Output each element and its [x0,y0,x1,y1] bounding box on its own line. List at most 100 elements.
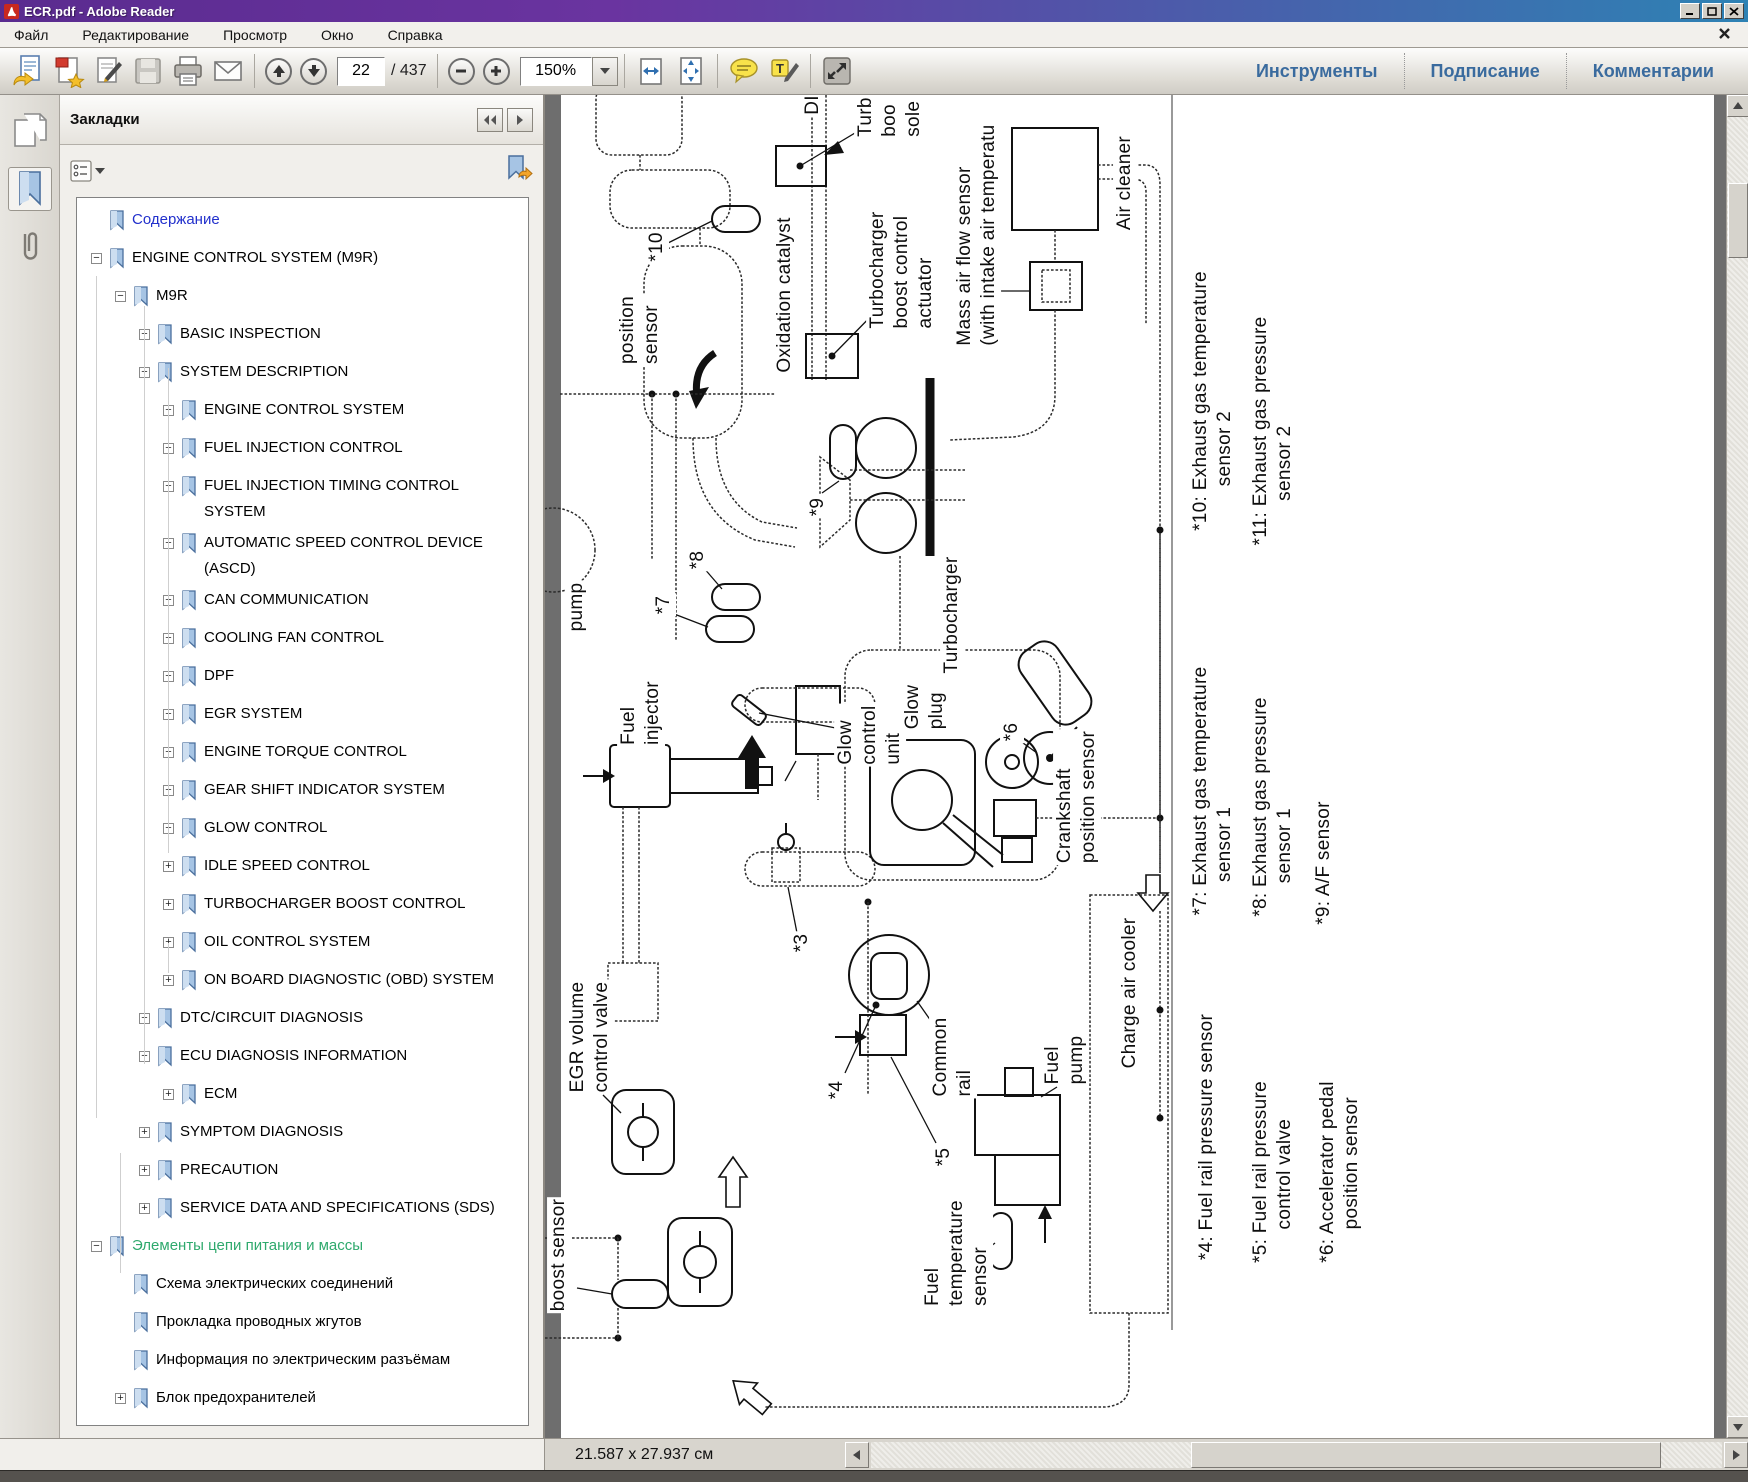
zoom-level-value[interactable]: 150% [520,57,592,86]
bookmark-label[interactable]: Элементы цепи питания и массы [132,1233,363,1259]
expander-plus-icon[interactable]: + [139,1165,150,1176]
fit-page-icon[interactable] [671,51,711,91]
horizontal-scroll-thumb[interactable] [1191,1442,1661,1468]
bookmark-item[interactable]: Информация по электрическим разъёмам [115,1344,524,1382]
bookmark-item[interactable]: +COOLING FAN CONTROL [163,622,524,660]
bookmark-label[interactable]: ENGINE CONTROL SYSTEM [204,397,404,423]
bookmark-label[interactable]: SYSTEM DESCRIPTION [180,359,348,385]
bookmark-item[interactable]: +BASIC INSPECTION [139,318,524,356]
bookmark-item[interactable]: + PRECAUTION [139,1154,524,1192]
bookmark-item[interactable]: + Блок предохранителей [115,1382,524,1420]
minimize-button[interactable] [1680,3,1700,19]
bookmark-item[interactable]: +ENGINE CONTROL SYSTEM [163,394,524,432]
bookmark-label[interactable]: GEAR SHIFT INDICATOR SYSTEM [204,777,445,803]
bookmark-item[interactable]: +SYMPTOM DIAGNOSIS [139,1116,524,1154]
expander-plus-icon[interactable]: + [163,1089,174,1100]
bookmark-item[interactable]: +DPF [163,660,524,698]
menu-help[interactable]: Справка [384,25,447,45]
bookmark-item[interactable]: − M9R [115,280,524,318]
bookmark-item[interactable]: − ENGINE CONTROL SYSTEM (M9R) [91,242,524,280]
bookmark-label[interactable]: FUEL INJECTION CONTROL [204,435,403,461]
expander-plus-icon[interactable]: + [163,899,174,910]
save-copy-icon[interactable] [8,51,48,91]
scroll-down-icon[interactable] [1727,1416,1748,1438]
expander-plus-icon[interactable]: + [139,1203,150,1214]
print-icon[interactable] [168,51,208,91]
bookmark-label[interactable]: ENGINE TORQUE CONTROL [204,739,407,765]
bookmark-item[interactable]: −ECU DIAGNOSIS INFORMATION [139,1040,524,1078]
bookmark-item[interactable]: +CAN COMMUNICATION [163,584,524,622]
scroll-left-icon[interactable] [845,1442,869,1468]
bookmark-label[interactable]: SERVICE DATA AND SPECIFICATIONS (SDS) [180,1195,495,1221]
bookmark-label[interactable]: Информация по электрическим разъёмам [156,1347,450,1373]
bookmark-item[interactable]: +FUEL INJECTION TIMING CONTROL SYSTEM [163,470,524,527]
close-button[interactable] [1724,3,1744,19]
zoom-in-button[interactable] [483,58,510,85]
bookmark-label[interactable]: ON BOARD DIAGNOSTIC (OBD) SYSTEM [204,967,494,993]
menu-view[interactable]: Просмотр [219,25,291,45]
bookmark-label[interactable]: PRECAUTION [180,1157,278,1183]
maximize-button[interactable] [1702,3,1722,19]
bookmark-item[interactable]: +EGR SYSTEM [163,698,524,736]
zoom-out-button[interactable] [448,58,475,85]
attachments-paperclip-icon[interactable] [8,225,52,269]
bookmark-item[interactable]: − Элементы цепи питания и массы [91,1230,524,1268]
fit-width-icon[interactable] [631,51,671,91]
bookmark-item[interactable]: + SERVICE DATA AND SPECIFICATIONS (SDS) [139,1192,524,1230]
create-pdf-icon[interactable] [48,51,88,91]
tools-panel-button[interactable]: Инструменты [1230,61,1404,82]
expander-plus-icon[interactable]: + [115,1393,126,1404]
bookmark-label[interactable]: EGR SYSTEM [204,701,302,727]
bookmark-label[interactable]: OIL CONTROL SYSTEM [204,929,370,955]
document-area[interactable]: position sensor*10Oxidation catalystDITu… [545,95,1726,1438]
sign-panel-button[interactable]: Подписание [1405,61,1566,82]
bookmark-label[interactable]: DTC/CIRCUIT DIAGNOSIS [180,1005,363,1031]
bookmark-item[interactable]: +ECM [163,1078,524,1116]
page-number-input[interactable] [337,57,385,86]
expander-minus-icon[interactable]: − [115,291,126,302]
bookmark-label[interactable]: ENGINE CONTROL SYSTEM (M9R) [132,245,378,271]
comments-panel-button[interactable]: Комментарии [1567,61,1740,82]
bookmark-item[interactable]: +TURBOCHARGER BOOST CONTROL [163,888,524,926]
expander-minus-icon[interactable]: − [91,253,102,264]
bookmark-item[interactable]: −SYSTEM DESCRIPTION [139,356,524,394]
bookmark-label[interactable]: DPF [204,663,234,689]
scroll-up-icon[interactable] [1727,95,1748,117]
bookmark-item[interactable]: +ENGINE TORQUE CONTROL [163,736,524,774]
save-icon-disabled[interactable] [128,51,168,91]
expander-plus-icon[interactable]: + [139,1127,150,1138]
horizontal-scrollbar[interactable] [871,1442,1722,1468]
comment-bubble-icon[interactable] [724,51,764,91]
bookmark-action-icon[interactable] [503,154,533,189]
bookmark-label[interactable]: Содержание [132,207,220,233]
bookmark-item[interactable]: + ON BOARD DIAGNOSTIC (OBD) SYSTEM [163,964,524,1002]
bookmark-item[interactable]: +FUEL INJECTION CONTROL [163,432,524,470]
vertical-scroll-thumb[interactable] [1728,183,1748,258]
bookmark-item[interactable]: +AUTOMATIC SPEED CONTROL DEVICE (ASCD) [163,527,524,584]
bookmark-item[interactable]: +GEAR SHIFT INDICATOR SYSTEM [163,774,524,812]
bookmark-label[interactable]: CAN COMMUNICATION [204,587,369,613]
bookmark-label[interactable]: M9R [156,283,188,309]
bookmarks-tab-icon[interactable] [8,167,52,211]
expand-panel-icon[interactable] [507,108,533,132]
bookmark-label[interactable]: Схема электрических соединений [156,1271,393,1297]
close-document-icon[interactable] [1719,26,1730,44]
menu-window[interactable]: Окно [317,25,358,45]
bookmark-label[interactable]: Прокладка проводных жгутов [156,1309,362,1335]
highlight-text-icon[interactable]: T [764,51,804,91]
expander-minus-icon[interactable]: − [91,1241,102,1252]
scroll-right-icon[interactable] [1724,1442,1748,1468]
bookmark-item[interactable]: Схема электрических соединений [115,1268,524,1306]
page-thumbnails-icon[interactable] [8,109,52,153]
next-page-button[interactable] [300,58,327,85]
bookmark-label[interactable]: Блок предохранителей [156,1385,316,1411]
collapse-panel-icon[interactable] [477,108,503,132]
previous-page-button[interactable] [265,58,292,85]
bookmark-label[interactable]: ECU DIAGNOSIS INFORMATION [180,1043,407,1069]
bookmark-label[interactable]: BASIC INSPECTION [180,321,321,347]
expander-plus-icon[interactable]: + [163,975,174,986]
bookmark-label[interactable]: AUTOMATIC SPEED CONTROL DEVICE (ASCD) [204,530,524,582]
vertical-scrollbar[interactable] [1726,95,1748,1438]
menu-file[interactable]: Файл [10,25,52,45]
sign-pen-icon[interactable] [88,51,128,91]
